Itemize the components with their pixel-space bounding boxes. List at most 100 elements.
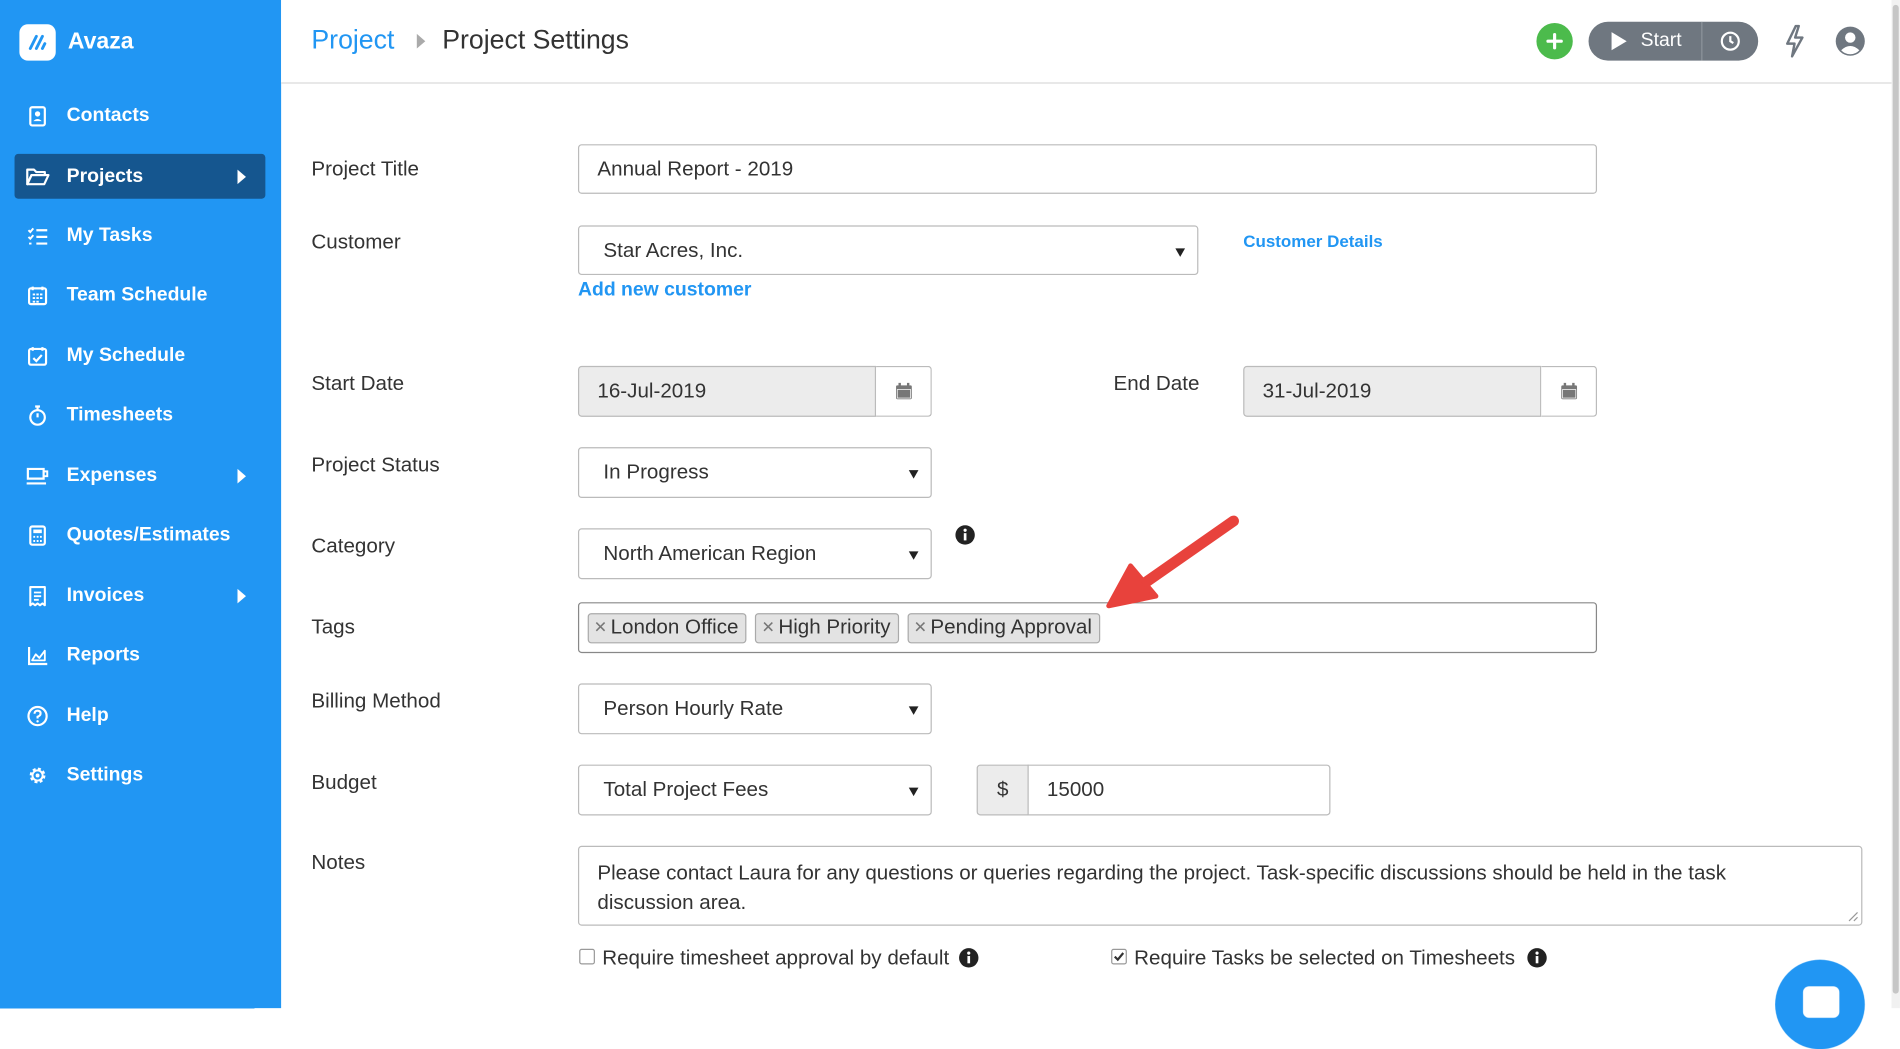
tags-input[interactable]: ✕ London Office ✕ High Priority ✕ Pending A…: [577, 602, 1598, 654]
resize-handle-icon[interactable]: [1847, 910, 1859, 922]
project-status-value: In Progress: [603, 460, 709, 484]
contacts-icon: [25, 104, 49, 128]
start-date-value: 16-Jul-2019: [597, 379, 707, 403]
page-title: Project Settings: [442, 24, 629, 55]
timesheet-approval-checkbox[interactable]: [579, 948, 595, 965]
budget-type-select[interactable]: Total Project Fees: [577, 764, 932, 816]
quick-actions-button[interactable]: [1784, 24, 1806, 64]
sidebar-item-contacts[interactable]: Contacts: [15, 93, 266, 138]
breadcrumb-separator-icon: [416, 33, 426, 49]
end-date-value: 31-Jul-2019: [1262, 379, 1372, 403]
project-title-input[interactable]: Annual Report - 2019: [577, 144, 1598, 194]
customer-select[interactable]: Star Acres, Inc.: [577, 225, 1199, 276]
sidebar: Avaza Contacts Projects My Tasks Team Sc…: [0, 0, 282, 1009]
category-select[interactable]: North American Region: [577, 528, 932, 580]
tag-label: High Priority: [778, 615, 891, 639]
sidebar-item-label: Help: [66, 704, 109, 726]
clock-icon: [1720, 31, 1740, 51]
chat-launcher-button[interactable]: [1775, 959, 1865, 1049]
remove-tag-icon[interactable]: ✕: [594, 618, 607, 637]
sidebar-item-expenses[interactable]: Expenses: [15, 453, 266, 498]
require-tasks-info-icon[interactable]: [1527, 948, 1548, 975]
billing-method-select[interactable]: Person Hourly Rate: [577, 683, 932, 735]
sidebar-item-label: Contacts: [66, 104, 150, 126]
sidebar-item-my-tasks[interactable]: My Tasks: [15, 213, 266, 258]
sidebar-item-label: Invoices: [66, 584, 145, 606]
add-new-customer-link[interactable]: Add new customer: [578, 280, 751, 302]
invoice-icon: [25, 583, 49, 607]
sidebar-item-my-schedule[interactable]: My Schedule: [15, 333, 266, 378]
user-menu-button[interactable]: [1835, 25, 1867, 63]
annotation-arrow-icon: [1106, 515, 1239, 609]
category-value: North American Region: [603, 541, 817, 565]
notes-value: Please contact Laura for any questions o…: [597, 861, 1727, 914]
calculator-icon: [25, 523, 49, 547]
customer-details-link[interactable]: Customer Details: [1243, 231, 1383, 250]
sidebar-item-label: Timesheets: [66, 404, 173, 425]
sidebar-item-invoices[interactable]: Invoices: [15, 573, 266, 618]
sidebar-item-reports[interactable]: Reports: [15, 633, 266, 678]
sidebar-item-label: Settings: [66, 763, 144, 785]
end-date-picker-button[interactable]: [1541, 365, 1598, 417]
task-list-icon: [25, 224, 49, 248]
start-date-picker-button[interactable]: [876, 365, 932, 417]
tag-chip: ✕ High Priority: [755, 612, 900, 643]
remove-tag-icon[interactable]: ✕: [914, 618, 927, 637]
caret-right-icon: [237, 468, 246, 484]
sidebar-item-label: My Schedule: [66, 344, 186, 366]
sidebar-item-settings[interactable]: Settings: [15, 752, 266, 797]
start-timer-label: Start: [1640, 30, 1682, 51]
budget-amount-value: 15000: [1046, 777, 1105, 801]
scrollbar-thumb[interactable]: [1892, 4, 1899, 994]
billing-method-value: Person Hourly Rate: [603, 696, 784, 720]
plus-icon: [1546, 32, 1563, 50]
calendar-icon: [1560, 382, 1577, 400]
category-label: Category: [311, 534, 395, 558]
lightning-icon: [1786, 24, 1804, 58]
sidebar-item-projects[interactable]: Projects: [14, 153, 266, 199]
dropdown-arrow-icon: [908, 470, 919, 479]
currency-addon: $: [976, 764, 1029, 816]
breadcrumb-project-link[interactable]: Project: [311, 24, 394, 56]
timer-history-button[interactable]: [1702, 22, 1758, 61]
sidebar-item-label: Projects: [66, 165, 144, 186]
help-circle-icon: [25, 703, 49, 727]
sidebar-item-label: My Tasks: [66, 224, 153, 246]
cup-icon: [25, 463, 49, 487]
avaza-logo-icon: [19, 24, 56, 61]
timesheet-approval-info-icon[interactable]: [958, 948, 979, 975]
dropdown-arrow-icon: [1175, 248, 1186, 257]
tag-label: Pending Approval: [930, 615, 1092, 639]
start-date-input[interactable]: 16-Jul-2019: [577, 365, 877, 417]
timesheet-approval-label: Require timesheet approval by default: [602, 946, 950, 970]
top-header: Project Project Settings Start: [281, 0, 1900, 84]
dropdown-arrow-icon: [908, 551, 919, 560]
dropdown-arrow-icon: [908, 787, 919, 797]
project-title-value: Annual Report - 2019: [597, 156, 794, 180]
remove-tag-icon[interactable]: ✕: [761, 618, 774, 637]
start-timer-button[interactable]: Start: [1589, 21, 1703, 61]
project-status-label: Project Status: [311, 453, 440, 477]
sidebar-item-quotes-estimates[interactable]: Quotes/Estimates: [15, 513, 266, 558]
stopwatch-icon: [25, 403, 49, 427]
budget-type-value: Total Project Fees: [603, 777, 769, 801]
user-avatar-icon: [1835, 26, 1865, 56]
sidebar-item-team-schedule[interactable]: Team Schedule: [15, 273, 266, 318]
category-info-icon[interactable]: [955, 525, 976, 552]
currency-symbol: $: [996, 777, 1009, 801]
sidebar-item-label: Reports: [66, 644, 140, 665]
calendar-icon: [895, 382, 912, 400]
play-icon: [1611, 32, 1627, 51]
project-status-select[interactable]: In Progress: [577, 447, 932, 499]
app-logo[interactable]: Avaza: [19, 24, 134, 61]
notes-textarea[interactable]: Please contact Laura for any questions o…: [577, 845, 1863, 926]
project-title-label: Project Title: [311, 157, 420, 181]
add-new-button[interactable]: [1536, 23, 1573, 60]
timer-control: Start: [1588, 21, 1759, 61]
end-date-input[interactable]: 31-Jul-2019: [1243, 365, 1542, 417]
budget-amount-input[interactable]: 15000: [1027, 764, 1331, 816]
tag-chip: ✕ Pending Approval: [907, 612, 1101, 643]
sidebar-item-help[interactable]: Help: [15, 693, 266, 738]
sidebar-item-timesheets[interactable]: Timesheets: [15, 393, 266, 438]
require-tasks-checkbox[interactable]: [1111, 948, 1127, 965]
